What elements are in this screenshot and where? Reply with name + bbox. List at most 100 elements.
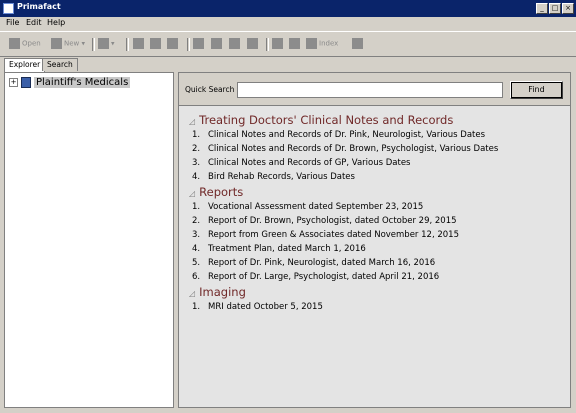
item-number: 3. — [192, 158, 201, 168]
item-number: 6. — [192, 272, 201, 282]
app-icon — [3, 3, 14, 14]
collapse-arrow-icon[interactable]: ◿ — [189, 117, 195, 126]
item-text: Report of Dr. Large, Psychologist, dated… — [208, 272, 440, 282]
tool-1-icon — [133, 38, 144, 49]
open-icon — [9, 38, 20, 49]
toolbar: Open New ▾ ▾ Index — [0, 31, 576, 57]
section-title-text: Imaging — [199, 285, 246, 299]
new-icon — [51, 38, 62, 49]
tool-button-2[interactable] — [150, 38, 163, 51]
item-number: 1. — [192, 130, 201, 140]
menu-file[interactable]: File — [6, 18, 19, 27]
toolbar-separator — [187, 38, 190, 51]
section-title[interactable]: ◿ Imaging — [189, 285, 246, 299]
print-icon — [98, 38, 109, 49]
item-text: Report from Green & Associates dated Nov… — [208, 230, 459, 240]
item-number: 5. — [192, 258, 201, 268]
item-text: Clinical Notes and Records of Dr. Brown,… — [208, 144, 499, 154]
list-item[interactable]: 4. Treatment Plan, dated March 1, 2016 — [192, 244, 366, 254]
item-text: Clinical Notes and Records of GP, Variou… — [208, 158, 411, 168]
tool-button-3[interactable] — [167, 38, 180, 51]
index-content: ◿ Treating Doctors' Clinical Notes and Re… — [179, 106, 570, 407]
index-label: Index — [319, 39, 339, 48]
window-title: Primafact — [17, 2, 61, 11]
close-button[interactable]: × — [562, 3, 574, 14]
item-number: 1. — [192, 302, 201, 312]
collapse-arrow-icon[interactable]: ◿ — [189, 289, 195, 298]
find-button[interactable]: Find — [510, 81, 563, 99]
list-item[interactable]: 5. Report of Dr. Pink, Neurologist, dated… — [192, 258, 435, 268]
tree-node-root[interactable]: + Plaintiff's Medicals — [9, 77, 131, 91]
section-title[interactable]: ◿ Reports — [189, 185, 243, 199]
item-number: 2. — [192, 216, 201, 226]
stop-icon — [352, 38, 363, 49]
expand-icon[interactable]: + — [9, 78, 18, 87]
page-icon — [247, 38, 258, 49]
title-bar: Primafact _ □ × — [0, 0, 576, 17]
item-text: Report of Dr. Brown, Psychologist, dated… — [208, 216, 457, 226]
open-button[interactable]: Open — [9, 38, 41, 51]
item-text: Clinical Notes and Records of Dr. Pink, … — [208, 130, 486, 140]
section-title-text: Treating Doctors' Clinical Notes and Rec… — [199, 113, 454, 127]
copy-button[interactable] — [211, 38, 224, 51]
item-number: 4. — [192, 244, 201, 254]
index-button[interactable]: Index — [306, 38, 338, 51]
tree-node-label: Plaintiff's Medicals — [34, 77, 131, 88]
quick-search-bar: Quick Search : Find — [179, 73, 570, 106]
collapse-arrow-icon[interactable]: ◿ — [189, 189, 195, 198]
menu-bar: File Edit Help — [0, 17, 576, 30]
paste-button[interactable] — [229, 38, 242, 51]
section-title[interactable]: ◿ Treating Doctors' Clinical Notes and Re… — [189, 113, 453, 127]
menu-help[interactable]: Help — [47, 18, 65, 27]
list-item[interactable]: 1. Clinical Notes and Records of Dr. Pink… — [192, 130, 485, 140]
item-text: Treatment Plan, dated March 1, 2016 — [208, 244, 366, 254]
binder-icon — [21, 77, 31, 88]
copy-icon — [211, 38, 222, 49]
list-item[interactable]: 1. Vocational Assessment dated September … — [192, 202, 423, 212]
paste-icon — [229, 38, 240, 49]
list-item[interactable]: 2. Report of Dr. Brown, Psychologist, dat… — [192, 216, 457, 226]
tool-3-icon — [167, 38, 178, 49]
quick-search-input[interactable] — [237, 82, 503, 98]
open-label: Open — [22, 39, 41, 48]
tool-2-icon — [150, 38, 161, 49]
item-number: 1. — [192, 202, 201, 212]
delete-icon — [272, 38, 283, 49]
delete-button[interactable] — [272, 38, 285, 51]
menu-edit[interactable]: Edit — [26, 18, 42, 27]
quick-search-label: Quick Search : — [185, 85, 240, 94]
tool-button-1[interactable] — [133, 38, 146, 51]
item-text: Bird Rehab Records, Various Dates — [208, 172, 355, 182]
section-title-text: Reports — [199, 185, 244, 199]
list-item[interactable]: 1. MRI dated October 5, 2015 — [192, 302, 323, 312]
new-label: New — [64, 39, 80, 48]
tab-search[interactable]: Search — [42, 58, 78, 71]
cut-icon — [193, 38, 204, 49]
toolbar-separator — [126, 38, 129, 51]
tab-explorer[interactable]: Explorer — [4, 58, 46, 72]
explorer-pane: + Plaintiff's Medicals — [4, 72, 174, 408]
cut-button[interactable] — [193, 38, 206, 51]
list-item[interactable]: 3. Clinical Notes and Records of GP, Vari… — [192, 158, 411, 168]
rename-icon — [289, 38, 300, 49]
toolbar-separator — [92, 38, 95, 51]
print-button[interactable]: ▾ — [98, 38, 115, 51]
item-number: 3. — [192, 230, 201, 240]
page-button[interactable] — [247, 38, 260, 51]
stop-button[interactable] — [352, 38, 365, 51]
index-icon — [306, 38, 317, 49]
new-button[interactable]: New ▾ — [51, 38, 85, 51]
list-item[interactable]: 2. Clinical Notes and Records of Dr. Brow… — [192, 144, 498, 154]
document-pane: Quick Search : Find ◿ Treating Doctors' C… — [178, 72, 571, 408]
item-number: 2. — [192, 144, 201, 154]
list-item[interactable]: 4. Bird Rehab Records, Various Dates — [192, 172, 355, 182]
rename-button[interactable] — [289, 38, 302, 51]
toolbar-separator — [266, 38, 269, 51]
list-item[interactable]: 6. Report of Dr. Large, Psychologist, dat… — [192, 272, 439, 282]
item-text: Vocational Assessment dated September 23… — [208, 202, 424, 212]
list-item[interactable]: 3. Report from Green & Associates dated N… — [192, 230, 459, 240]
maximize-button[interactable]: □ — [549, 3, 561, 14]
item-text: Report of Dr. Pink, Neurologist, dated M… — [208, 258, 436, 268]
minimize-button[interactable]: _ — [536, 3, 548, 14]
item-number: 4. — [192, 172, 201, 182]
